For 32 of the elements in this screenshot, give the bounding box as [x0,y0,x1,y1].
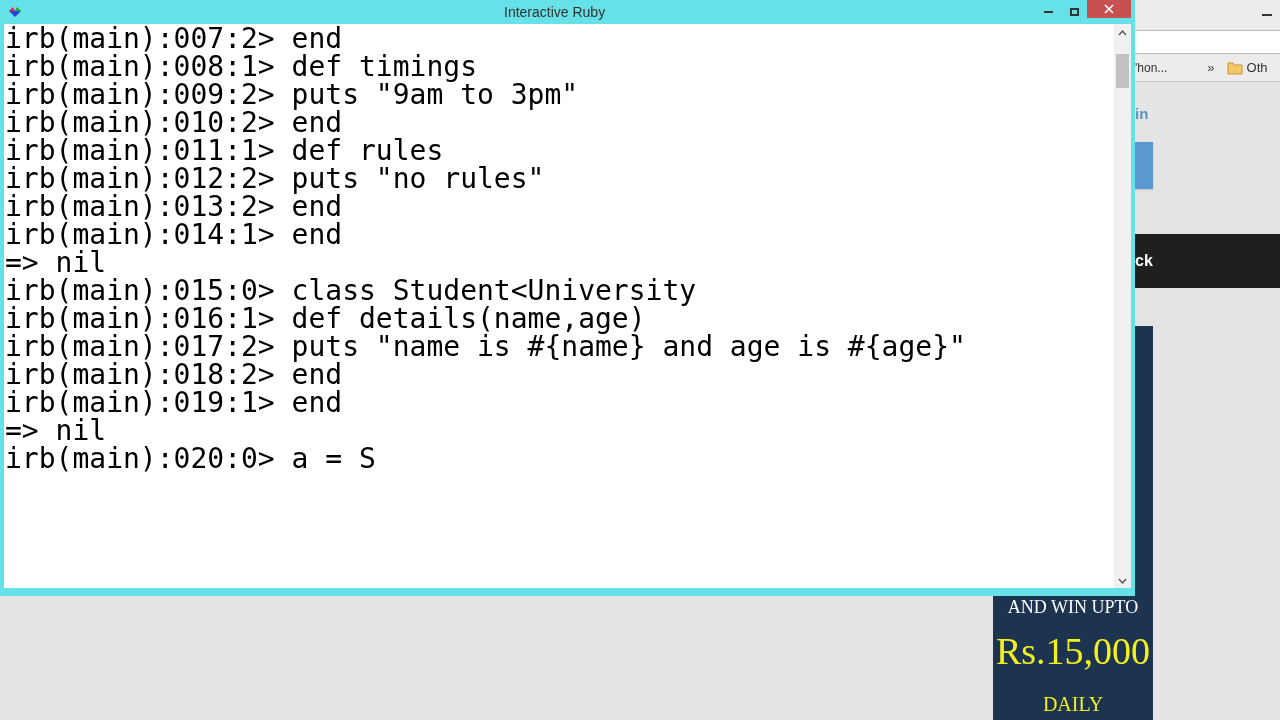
console-line: => nil [5,417,107,445]
bookmark-folder[interactable]: Oth [1246,57,1268,78]
ruby-app-icon [8,7,22,17]
scrollbar[interactable] [1114,24,1131,588]
ad-text: AND WIN UPTO [1007,598,1139,616]
address-bar[interactable] [1135,30,1280,54]
console-line: irb(main):012:2> puts "no rules" [5,165,545,193]
console-line: irb(main):016:1> def details(name,age) [5,305,646,333]
ad-text: Rs.15,000 [995,632,1151,670]
scroll-down-icon[interactable] [1118,578,1127,584]
console-line: irb(main):008:1> def timings [5,53,477,81]
scroll-thumb[interactable] [1116,54,1129,88]
scroll-up-icon[interactable] [1118,30,1127,36]
console-line: irb(main):013:2> end [5,193,343,221]
console-line: irb(main):007:2> end [5,25,343,53]
close-icon [1104,4,1114,14]
console-line: irb(main):019:1> end [5,389,343,417]
more-bookmarks-button[interactable]: » [1199,57,1223,78]
console-line: irb(main):018:2> end [5,361,343,389]
console-line: irb(main):009:2> puts "9am to 3pm" [5,81,579,109]
folder-icon [1226,60,1243,75]
console-line: irb(main):011:1> def rules [5,137,444,165]
window-title: Interactive Ruby [504,3,606,22]
console-line: irb(main):017:2> puts "name is #{name} and age is #{age}" [5,333,966,361]
console-line: irb(main):010:2> end [5,109,343,137]
console-line: irb(main):020:0> a = S [5,445,376,473]
console-line: => nil [5,249,107,277]
console-line: irb(main):015:0> class Student<University [5,277,697,305]
bookmark-link[interactable]: 'hon... [1135,58,1168,77]
ad-text: DAILY [1042,694,1104,714]
console-line: irb(main):014:1> end [5,221,343,249]
header-text: ck [1135,251,1153,271]
